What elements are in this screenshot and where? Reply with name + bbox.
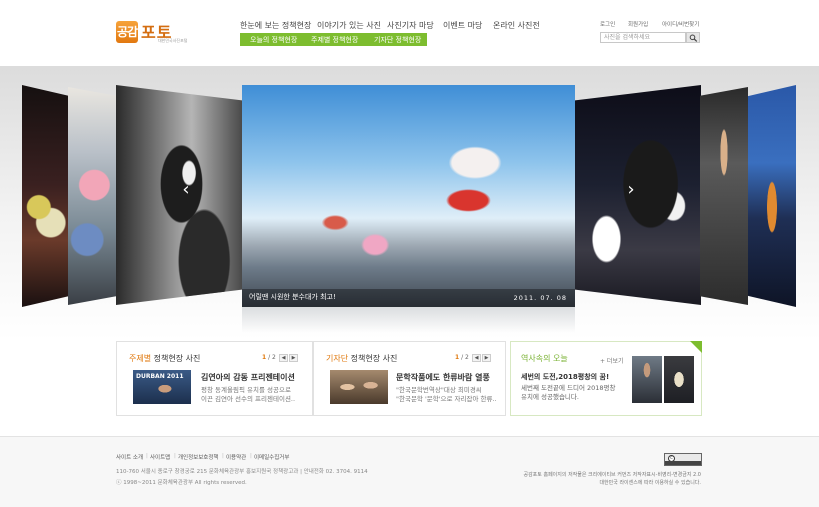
footer-separator: | bbox=[146, 453, 148, 459]
featured-caption: 어릴땐 시원한 분수대가 최고! bbox=[249, 293, 336, 301]
corner-accent bbox=[690, 341, 702, 353]
site-logo[interactable]: 공감 포토 대한민국사진포털 bbox=[116, 21, 196, 45]
box-text-line: 평창 동계올림픽 유치를 성공으로 bbox=[201, 386, 291, 394]
box-title-rest: 정책현장 사진 bbox=[348, 354, 398, 363]
footer-separator: | bbox=[222, 453, 224, 459]
pager-current: 1 bbox=[455, 354, 460, 361]
reporter-policy-box: 기자단 정책현장 사진 1 / 2 ◀ ▶ 문학작품에도 한류바람 열풍 "한국… bbox=[313, 341, 506, 416]
gallery-photo-featured[interactable]: 어릴땐 시원한 분수대가 최고! 2011. 07. 08 bbox=[242, 85, 575, 307]
featured-date: 2011. 07. 08 bbox=[513, 294, 567, 302]
footer-separator: | bbox=[174, 453, 176, 459]
nav-event-yard[interactable]: 이벤트 마당 bbox=[443, 20, 482, 31]
box-text-line: "한국문학 '문학'으로 자리잡아 한류.. bbox=[396, 395, 497, 403]
gallery-photo-dancers[interactable] bbox=[22, 85, 70, 307]
box-headline[interactable]: 김연아의 감동 프리젠테이션 bbox=[201, 372, 295, 383]
search-input[interactable]: 사진을 검색하세요 bbox=[600, 32, 686, 43]
thumb-literature-award[interactable] bbox=[330, 370, 388, 404]
box-title-rest: 정책현장 사진 bbox=[151, 354, 201, 363]
thumb-history-official[interactable] bbox=[632, 356, 662, 403]
history-today-box: 역사속의 오늘 + 더보기 세번의 도전,2018평창의 꿈! 세번째 도전끝에… bbox=[510, 341, 702, 416]
thumb-text: DURBAN 2011 bbox=[136, 373, 184, 380]
box-headline[interactable]: 세번의 도전,2018평창의 꿈! bbox=[521, 372, 609, 382]
cc-badge-bar bbox=[665, 461, 701, 465]
footer-copyright: ⓒ 1998~2011 문화체육관광부 All rights reserved. bbox=[116, 480, 247, 486]
pager: 1 / 2 bbox=[262, 354, 276, 361]
box-title: 역사속의 오늘 bbox=[521, 354, 568, 363]
subnav-reporter-policy[interactable]: 기자단 정책현장 bbox=[374, 35, 421, 45]
signup-link[interactable]: 회원가입 bbox=[628, 20, 648, 28]
footer-separator: | bbox=[250, 453, 252, 459]
find-account-link[interactable]: 아이디/비번찾기 bbox=[662, 20, 699, 28]
login-link[interactable]: 로그인 bbox=[600, 20, 615, 28]
next-page-button[interactable]: ▶ bbox=[482, 354, 491, 362]
site-footer: 사이트 소개 | 사이트맵 | 개인정보보호정책 | 이용약관 | 이메일수집거… bbox=[0, 436, 819, 507]
footer-link-privacy[interactable]: 개인정보보호정책 bbox=[178, 453, 218, 461]
box-title: 주제별 정책현장 사진 bbox=[129, 353, 200, 364]
gallery-next-arrow[interactable]: › bbox=[621, 180, 641, 200]
logo-badge: 공감 bbox=[116, 21, 138, 43]
footer-address: 110-760 서울시 종로구 창경궁로 215 문화체육관광부 홍보지원국 정… bbox=[116, 469, 368, 475]
creative-commons-badge[interactable]: c bbox=[664, 453, 702, 466]
next-page-button[interactable]: ▶ bbox=[289, 354, 298, 362]
logo-subtitle: 대한민국사진포털 bbox=[158, 38, 188, 43]
box-text-line: 이끈 김연아 선수의 프리젠테이션.. bbox=[201, 395, 296, 403]
thumb-history-certificate[interactable] bbox=[664, 356, 694, 403]
footer-license-text: 공감포토 홈페이지의 저작물은 크리에이티브 커먼즈 저작자표시-비영리-변경금… bbox=[523, 471, 701, 487]
license-line: 대한민국 라이센스에 따라 이용하실 수 있습니다. bbox=[599, 480, 701, 486]
footer-link-email-policy[interactable]: 이메일수집거부 bbox=[254, 453, 289, 461]
box-headline[interactable]: 문학작품에도 한류바람 열풍 bbox=[396, 372, 490, 383]
gallery-photo-officials[interactable] bbox=[700, 87, 748, 305]
gallery-photo-children[interactable] bbox=[68, 87, 116, 305]
gallery-prev-arrow[interactable]: ‹ bbox=[176, 180, 196, 200]
nav-online-exhibition[interactable]: 온라인 사진전 bbox=[493, 20, 540, 31]
box-title-highlight: 주제별 bbox=[129, 354, 152, 363]
search-button[interactable] bbox=[686, 32, 700, 43]
pager-total: / 2 bbox=[461, 354, 469, 361]
footer-link-sitemap[interactable]: 사이트맵 bbox=[150, 453, 170, 461]
box-text-line: 세번째 도전끝에 드디어 2018평창 bbox=[521, 384, 616, 392]
prev-page-button[interactable]: ◀ bbox=[279, 354, 288, 362]
pager: 1 / 2 bbox=[455, 354, 469, 361]
theme-policy-box: 주제별 정책현장 사진 1 / 2 ◀ ▶ DURBAN 2011 김연아의 감… bbox=[116, 341, 313, 416]
nav-policy-overview[interactable]: 한눈에 보는 정책현장 bbox=[240, 20, 311, 31]
prev-page-button[interactable]: ◀ bbox=[472, 354, 481, 362]
search-icon bbox=[689, 34, 698, 42]
license-line: 공감포토 홈페이지의 저작물은 크리에이티브 커먼즈 저작자표시-비영리-변경금… bbox=[523, 472, 701, 478]
subnav-theme-policy[interactable]: 주제별 정책현장 bbox=[311, 35, 358, 45]
more-link[interactable]: + 더보기 bbox=[600, 356, 624, 365]
sub-nav: 오늘의 정책현장 주제별 정책현장 기자단 정책현장 bbox=[240, 33, 427, 46]
nav-story-photos[interactable]: 이야기가 있는 사진 bbox=[317, 20, 381, 31]
featured-reflection bbox=[242, 307, 575, 333]
footer-link-terms[interactable]: 이용약관 bbox=[226, 453, 246, 461]
box-title: 기자단 정책현장 사진 bbox=[326, 353, 397, 364]
gallery-photo-night-palace[interactable] bbox=[748, 85, 796, 307]
pager-total: / 2 bbox=[268, 354, 276, 361]
thumb-yuna-kim[interactable]: DURBAN 2011 bbox=[133, 370, 191, 404]
box-text-line: "한국문학번역상"대상 최미경씨 bbox=[396, 386, 482, 394]
box-text-line: 유치에 성공했습니다. bbox=[521, 393, 579, 401]
site-header: 공감 포토 대한민국사진포털 한눈에 보는 정책현장 이야기가 있는 사진 사진… bbox=[0, 0, 819, 66]
pager-current: 1 bbox=[262, 354, 267, 361]
nav-reporter-yard[interactable]: 사진기자 마당 bbox=[387, 20, 434, 31]
box-title-highlight: 기자단 bbox=[326, 354, 349, 363]
subnav-today-policy[interactable]: 오늘의 정책현장 bbox=[250, 35, 297, 45]
footer-link-about[interactable]: 사이트 소개 bbox=[116, 453, 143, 461]
